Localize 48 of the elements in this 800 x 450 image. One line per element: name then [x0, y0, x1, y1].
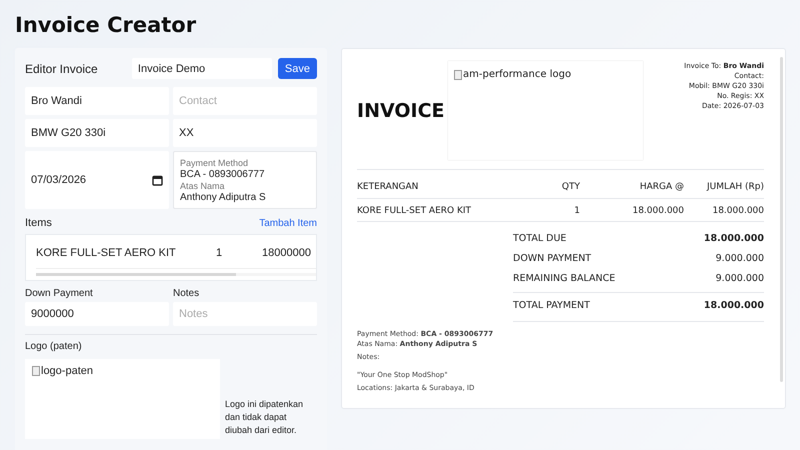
- save-button[interactable]: Save: [278, 58, 317, 79]
- item-price: 18000000: [262, 247, 311, 259]
- item-description: KORE FULL-SET AERO KIT: [36, 247, 177, 259]
- calendar-icon: [152, 174, 163, 186]
- table-cell-text: 18.000.000: [711, 206, 764, 216]
- total-value: 18.000.000: [704, 232, 764, 244]
- image-alt-text: logo-paten: [41, 365, 93, 377]
- total-value: 9.000.000: [716, 252, 764, 264]
- add-item-link[interactable]: Tambah Item: [259, 218, 317, 228]
- field-label: Down Payment: [25, 288, 94, 299]
- date-field[interactable]: 07/03/2026: [25, 151, 169, 209]
- column-header: QTY: [560, 182, 581, 192]
- section-label: Items: [25, 217, 52, 229]
- total-label: REMAINING BALANCE: [513, 272, 616, 284]
- column-header: JUMLAH (Rp): [706, 182, 764, 192]
- broken-image-icon: [32, 366, 40, 376]
- total-value: 9.000.000: [716, 272, 764, 284]
- scrollbar[interactable]: [780, 57, 783, 382]
- broken-image-icon: [454, 70, 462, 80]
- section-label: Logo (paten): [25, 341, 83, 352]
- scrollbar[interactable]: [36, 273, 316, 276]
- logo-note: Logo ini dipatenkan dan tidak dapat diubah dari editor.: [225, 398, 304, 437]
- table-cell-text: 18.000.000: [631, 206, 684, 216]
- editor-heading: Editor Invoice: [25, 62, 99, 76]
- item-quantity: 1: [216, 247, 224, 259]
- total-label: DOWN PAYMENT: [513, 252, 592, 264]
- input-field[interactable]: BMW G20 330i: [25, 119, 169, 147]
- input-field[interactable]: Bro Wandi: [25, 87, 169, 115]
- column-header: KETERANGAN: [357, 182, 420, 192]
- table-cell-text: KORE FULL-SET AERO KIT: [357, 206, 472, 216]
- invoice-name-field[interactable]: Invoice Demo: [132, 58, 272, 79]
- column-header: HARGA @: [638, 182, 684, 192]
- payment-method-value: BCA - 0893006777: [180, 168, 266, 180]
- total-label: TOTAL PAYMENT: [513, 300, 590, 310]
- page-title: Invoice Creator: [15, 13, 198, 37]
- total-label: TOTAL DUE: [513, 232, 566, 244]
- input-field[interactable]: Notes: [173, 302, 317, 326]
- input-field[interactable]: Contact: [173, 87, 317, 115]
- field-label: Payment Method: [180, 158, 250, 168]
- input-field[interactable]: XX: [173, 119, 317, 147]
- image-alt-text: am-performance logo: [463, 69, 572, 80]
- invoice-heading: INVOICE: [357, 100, 446, 122]
- field-label: Atas Nama: [180, 180, 226, 190]
- input-field[interactable]: 9000000: [25, 302, 169, 326]
- total-value: 18.000.000: [704, 300, 764, 310]
- account-name-value: Anthony Adiputra S: [180, 192, 267, 202]
- table-cell-text: 1: [573, 206, 581, 216]
- field-label: Notes: [173, 288, 200, 299]
